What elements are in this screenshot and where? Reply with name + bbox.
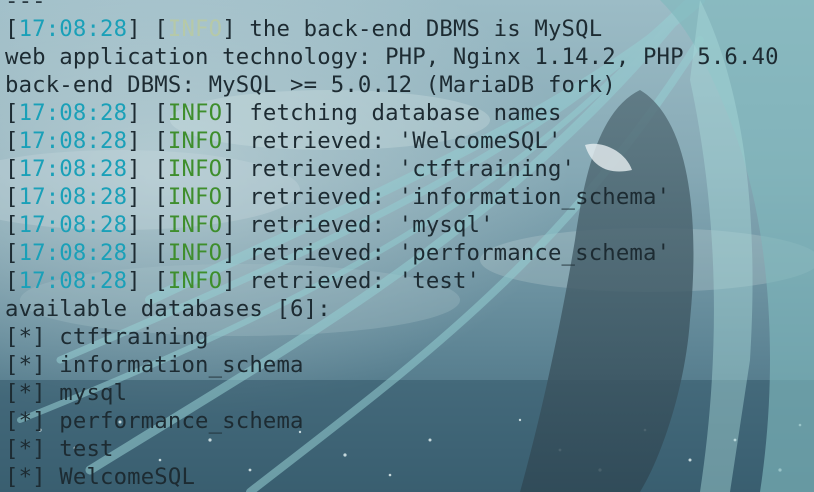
log-message: the back-end DBMS is MySQL [235,16,603,42]
output-line: available databases [6]: [5,296,331,322]
log-message: retrieved: 'WelcomeSQL' [235,128,562,154]
log-message: retrieved: 'mysql' [235,212,494,238]
log-level: INFO [167,156,223,182]
terminal-output: --- [17:08:28] [INFO] the back-end DBMS … [5,0,779,491]
log-timestamp: 17:08:28 [18,156,128,182]
log-line: [17:08:28] [INFO] retrieved: 'test' [5,268,481,294]
log-timestamp: 17:08:28 [18,240,128,266]
output-line: [*] mysql [5,380,128,406]
log-line: [17:08:28] [INFO] retrieved: 'ctftrainin… [5,156,576,182]
log-message: retrieved: 'ctftraining' [235,156,576,182]
log-timestamp: 17:08:28 [18,16,128,42]
log-level: INFO [167,16,223,42]
log-message: retrieved: 'performance_schema' [235,240,671,266]
output-line: [*] test [5,436,114,462]
log-timestamp: 17:08:28 [18,128,128,154]
log-timestamp: 17:08:28 [18,268,128,294]
output-line: [*] WelcomeSQL [5,464,196,490]
log-message: fetching database names [235,100,562,126]
log-line: [17:08:28] [INFO] retrieved: 'WelcomeSQL… [5,128,562,154]
output-line: [*] information_schema [5,352,304,378]
log-level: INFO [167,212,223,238]
terminal-lines: [17:08:28] [INFO] the back-end DBMS is M… [5,15,779,491]
log-timestamp: 17:08:28 [18,212,128,238]
output-line: [*] performance_schema [5,408,304,434]
log-line: [17:08:28] [INFO] retrieved: 'informatio… [5,184,671,210]
log-line: [17:08:28] [INFO] the back-end DBMS is M… [5,16,603,42]
log-message: retrieved: 'information_schema' [235,184,671,210]
log-level: INFO [167,184,223,210]
log-timestamp: 17:08:28 [18,100,128,126]
log-level: INFO [167,100,223,126]
output-line: [*] ctftraining [5,324,209,350]
log-message: retrieved: 'test' [235,268,481,294]
log-line: [17:08:28] [INFO] fetching database name… [5,100,562,126]
log-level: INFO [167,268,223,294]
log-line: [17:08:28] [INFO] retrieved: 'performanc… [5,240,671,266]
output-line: web application technology: PHP, Nginx 1… [5,44,779,70]
log-level: INFO [167,240,223,266]
output-line: back-end DBMS: MySQL >= 5.0.12 (MariaDB … [5,72,616,98]
log-level: INFO [167,128,223,154]
log-line: [17:08:28] [INFO] retrieved: 'mysql' [5,212,494,238]
log-timestamp: 17:08:28 [18,184,128,210]
terminal-line: --- [5,0,46,14]
